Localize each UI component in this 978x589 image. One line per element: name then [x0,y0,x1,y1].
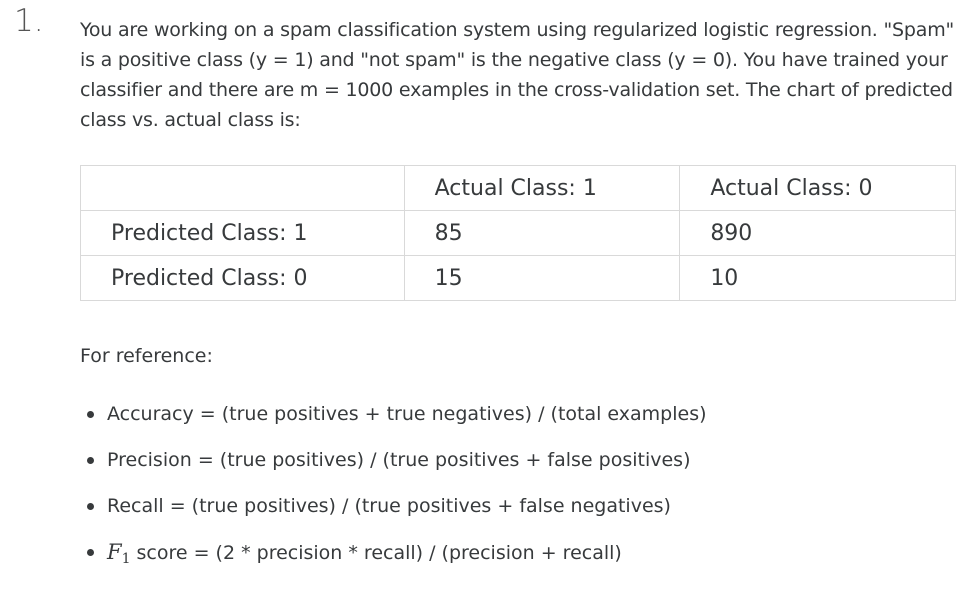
f1-symbol: F [107,540,122,564]
cell-true-negatives: 10 [679,255,956,301]
recall-formula: Recall = (true positives) / (true positi… [107,495,671,517]
table-header-actual-1: Actual Class: 1 [403,165,681,211]
question-number: 1. [14,3,44,39]
table-row: Predicted Class: 0 15 10 [80,255,956,301]
table-header-cell-empty [80,165,405,211]
table-row: Predicted Class: 1 85 890 [80,210,956,256]
bullet-icon [87,549,94,556]
question-text: You are working on a spam classification… [80,19,955,131]
formula-list: Accuracy = (true positives + true negati… [80,399,707,583]
row-label-predicted-0: Predicted Class: 0 [80,255,405,301]
f1-subscript: 1 [121,551,131,567]
bullet-icon [87,457,94,464]
accuracy-formula: Accuracy = (true positives + true negati… [107,403,707,425]
row-label-predicted-1: Predicted Class: 1 [80,210,405,256]
table-header-actual-0: Actual Class: 0 [679,165,956,211]
cell-true-positives: 85 [403,210,681,256]
list-item-precision: Precision = (true positives) / (true pos… [80,445,707,491]
table-header-row: Actual Class: 1 Actual Class: 0 [80,165,956,211]
cell-false-negatives: 15 [403,255,681,301]
list-item-recall: Recall = (true positives) / (true positi… [80,491,707,537]
list-item-accuracy: Accuracy = (true positives + true negati… [80,399,707,445]
cell-false-positives: 890 [679,210,956,256]
reference-label: For reference: [80,345,213,367]
bullet-icon [87,411,94,418]
f1-formula: score = (2 * precision * recall) / (prec… [136,542,622,564]
bullet-icon [87,503,94,510]
precision-formula: Precision = (true positives) / (true pos… [107,449,691,471]
list-item-f1: F1 score = (2 * precision * recall) / (pr… [80,537,707,583]
confusion-matrix-table: Actual Class: 1 Actual Class: 0 Predicte… [80,165,956,301]
